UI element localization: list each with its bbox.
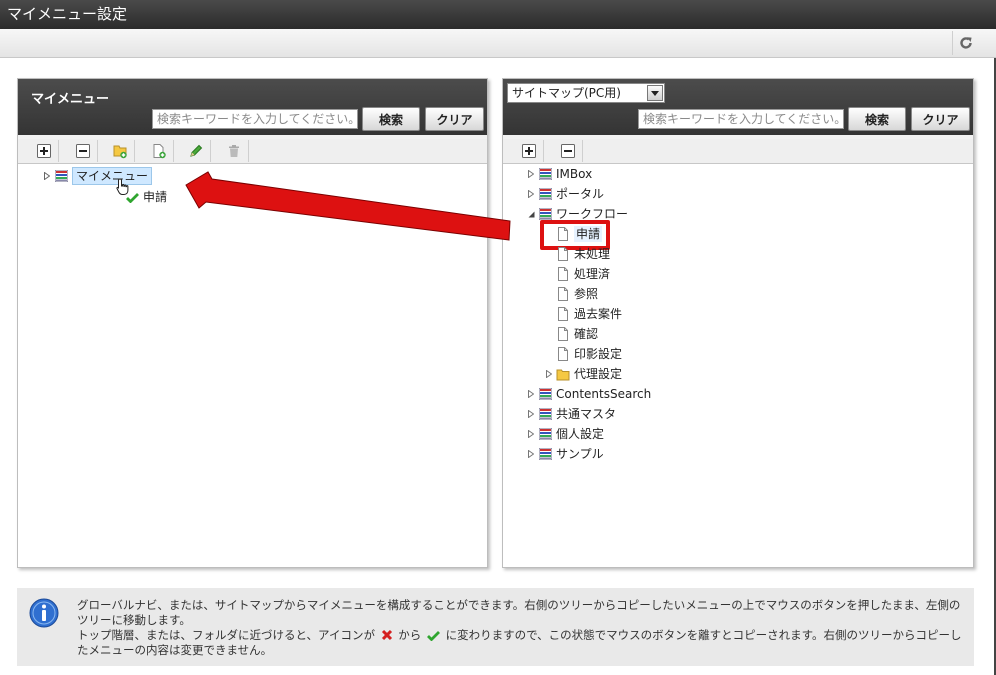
drag-arrow: [185, 171, 511, 241]
info-icon: [29, 598, 59, 628]
info-line-1: グローバルナビ、または、サイトマップからマイメニューを構成することができます。右…: [77, 598, 961, 627]
info-text: グローバルナビ、または、サイトマップからマイメニューを構成することができます。右…: [77, 598, 962, 658]
check-icon: [426, 631, 440, 641]
cross-icon: [381, 629, 392, 641]
info-line-2: トップ階層、または、フォルダに近づけると、アイコンが から に変わりますので、こ…: [77, 628, 962, 657]
info-box: グローバルナビ、または、サイトマップからマイメニューを構成することができます。右…: [17, 588, 974, 666]
